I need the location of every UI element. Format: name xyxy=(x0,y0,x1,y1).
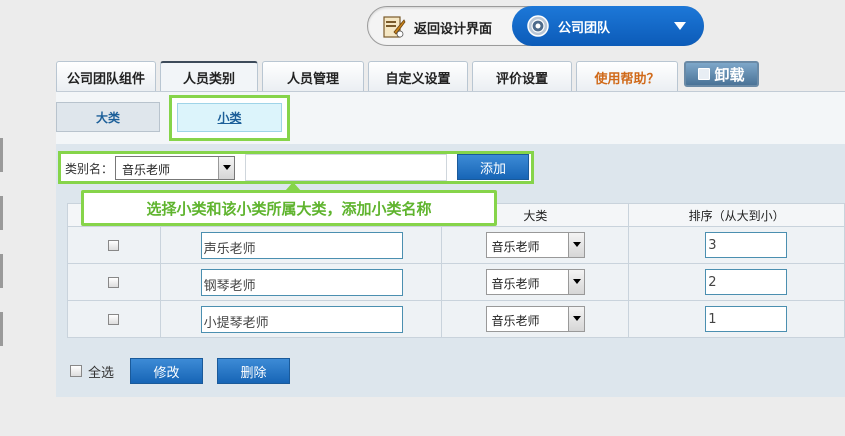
chevron-down-icon xyxy=(674,22,686,30)
row-checkbox[interactable] xyxy=(108,276,120,288)
design-tool-icon xyxy=(383,16,406,38)
row-name-input[interactable]: 钢琴老师 xyxy=(200,268,403,296)
select-all-control[interactable]: 全选 xyxy=(70,362,114,381)
bulk-actions: 全选 修改 删除 xyxy=(70,358,304,384)
back-to-design-label: 返回设计界面 xyxy=(414,21,493,37)
table-row: 小提琴老师 音乐老师 1 xyxy=(67,300,845,338)
tab-help[interactable]: 使用帮助？ xyxy=(576,61,678,92)
gear-icon xyxy=(527,15,549,37)
top-navigation-bar: 返回设计界面 公司团队 xyxy=(367,6,704,46)
major-category-select[interactable]: 音乐老师 xyxy=(115,156,235,180)
row-order-input[interactable]: 3 xyxy=(705,232,788,258)
tooltip-arrow xyxy=(285,182,301,191)
tab-staff-management[interactable]: 人员管理 xyxy=(262,61,364,92)
tab-review-settings[interactable]: 评价设置 xyxy=(472,61,572,92)
trash-icon xyxy=(698,68,711,80)
delete-button[interactable]: 删除 xyxy=(217,358,291,384)
table-row: 钢琴老师 音乐老师 2 xyxy=(67,263,845,301)
category-name-label: 类别名： xyxy=(65,162,114,176)
dropdown-arrow-icon xyxy=(568,307,585,331)
dropdown-arrow-icon xyxy=(218,157,234,179)
tab-company-team-component[interactable]: 公司团队组件 xyxy=(56,61,156,92)
edge-mark xyxy=(0,312,3,346)
tooltip-text: 选择小类和该小类所属大类，添加小类名称 xyxy=(146,199,432,218)
subtab-minor-highlight: 小类 xyxy=(169,95,290,141)
select-all-label: 全选 xyxy=(88,365,115,381)
row-order-input[interactable]: 1 xyxy=(705,306,788,332)
company-team-dropdown[interactable]: 公司团队 xyxy=(512,6,704,46)
header-order: 排序（从大到小） xyxy=(628,203,845,227)
category-name-input[interactable] xyxy=(245,154,447,181)
unload-button[interactable]: 卸载 xyxy=(684,61,759,87)
row-order-input[interactable]: 2 xyxy=(705,269,788,295)
table-row: 声乐老师 音乐老师 3 xyxy=(67,226,845,264)
edge-mark xyxy=(0,196,3,230)
dropdown-arrow-icon xyxy=(568,233,585,257)
row-category-select[interactable]: 音乐老师 xyxy=(486,306,586,332)
main-tabs: 公司团队组件 人员类别 人员管理 自定义设置 评价设置 使用帮助？ xyxy=(56,61,682,92)
add-category-form: 类别名： 音乐老师 添加 xyxy=(58,151,534,184)
row-category-select[interactable]: 音乐老师 xyxy=(486,269,586,295)
tab-staff-category[interactable]: 人员类别 xyxy=(160,61,258,92)
row-name-input[interactable]: 小提琴老师 xyxy=(200,305,403,333)
edit-button[interactable]: 修改 xyxy=(130,358,204,384)
row-checkbox[interactable] xyxy=(108,313,120,325)
back-to-design-button[interactable]: 返回设计界面 xyxy=(382,13,492,41)
subtab-minor-category[interactable]: 小类 xyxy=(177,103,282,132)
edge-mark xyxy=(0,254,3,288)
tab-custom-settings[interactable]: 自定义设置 xyxy=(368,61,468,92)
row-checkbox[interactable] xyxy=(108,239,120,251)
subtab-major-category[interactable]: 大类 xyxy=(56,102,160,132)
dropdown-arrow-icon xyxy=(568,270,585,294)
row-category-select[interactable]: 音乐老师 xyxy=(486,232,586,258)
row-name-input[interactable]: 声乐老师 xyxy=(200,231,403,259)
edge-mark xyxy=(0,138,3,172)
add-button[interactable]: 添加 xyxy=(457,154,529,180)
instruction-tooltip: 选择小类和该小类所属大类，添加小类名称 xyxy=(81,182,497,226)
select-all-checkbox[interactable] xyxy=(70,365,82,377)
company-team-label: 公司团队 xyxy=(558,20,611,36)
